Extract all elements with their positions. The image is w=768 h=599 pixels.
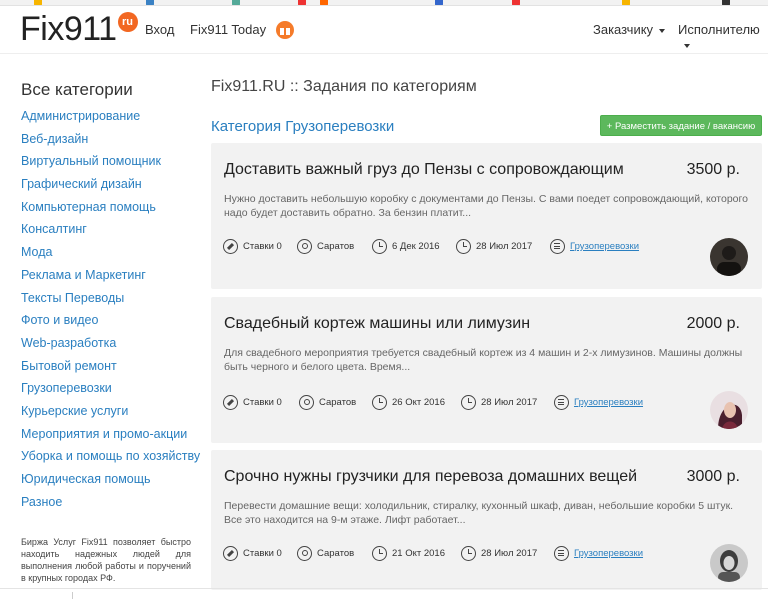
deadline-meta: 28 Июл 2017 <box>456 239 532 254</box>
clock-icon <box>456 239 471 254</box>
category-link[interactable]: Компьютерная помощь <box>21 198 200 221</box>
logo-text: Fix911 <box>20 10 117 48</box>
post-task-button[interactable]: + Разместить задание / вакансию <box>600 115 762 136</box>
nav-customer-label: Заказчику <box>593 22 654 37</box>
logo-badge: ru <box>117 12 138 32</box>
category-link[interactable]: Графический дизайн <box>21 175 200 198</box>
location-pin-icon <box>297 546 312 561</box>
category-list: Администрирование Веб-дизайн Виртуальный… <box>21 107 200 515</box>
location-pin-icon <box>299 395 314 410</box>
created-date: 21 Окт 2016 <box>392 548 445 559</box>
task-title[interactable]: Срочно нужны грузчики для перевоза домаш… <box>224 468 637 486</box>
footer-divider <box>0 588 768 589</box>
deadline-date: 28 Июл 2017 <box>481 397 538 408</box>
category-link[interactable]: Консалтинг <box>21 220 200 243</box>
bids-count: Ставки 0 <box>243 241 282 252</box>
task-category-link[interactable]: Грузоперевозки <box>570 241 639 252</box>
created-meta: 6 Дек 2016 <box>372 239 440 254</box>
site-logo[interactable]: Fix911 ru <box>20 10 138 46</box>
category-meta: Грузоперевозки <box>554 395 643 410</box>
bids-count: Ставки 0 <box>243 548 282 559</box>
category-link[interactable]: Реклама и Маркетинг <box>21 266 200 289</box>
hammer-icon <box>223 239 238 254</box>
city-name: Саратов <box>317 548 355 559</box>
deadline-meta: 28 Июл 2017 <box>461 395 537 410</box>
clock-icon <box>461 546 476 561</box>
nav-login-link[interactable]: Вход <box>145 22 174 37</box>
chevron-down-icon <box>659 28 666 33</box>
bids-meta: Ставки 0 <box>223 546 282 561</box>
category-link[interactable]: Мероприятия и промо-акции <box>21 425 200 448</box>
avatar[interactable] <box>710 391 748 429</box>
city-meta: Саратов <box>297 546 354 561</box>
nav-contractor-dropdown[interactable]: Исполнителю <box>678 22 768 52</box>
category-meta: Грузоперевозки <box>550 239 639 254</box>
category-link[interactable]: Грузоперевозки <box>21 379 200 402</box>
created-meta: 21 Окт 2016 <box>372 546 445 561</box>
chevron-down-icon <box>684 43 690 48</box>
nav-customer-dropdown[interactable]: Заказчику <box>593 22 666 37</box>
avatar[interactable] <box>710 544 748 582</box>
task-card[interactable]: Свадебный кортеж машины или лимузин 2000… <box>211 297 762 443</box>
deadline-meta: 28 Июл 2017 <box>461 546 537 561</box>
sidebar-note: Биржа Услуг Fix911 позволяет быстро нахо… <box>21 537 191 583</box>
location-pin-icon <box>297 239 312 254</box>
task-description: Нужно доставить небольшую коробку с доку… <box>224 193 748 219</box>
category-link[interactable]: Тексты Переводы <box>21 289 200 312</box>
task-category-link[interactable]: Грузоперевозки <box>574 397 643 408</box>
category-link[interactable]: Фото и видео <box>21 311 200 334</box>
task-description: Для свадебного мероприятия требуется сва… <box>224 347 743 373</box>
task-title[interactable]: Доставить важный груз до Пензы с сопрово… <box>224 161 624 179</box>
category-link[interactable]: Web-разработка <box>21 334 200 357</box>
clock-icon <box>372 395 387 410</box>
list-icon <box>550 239 565 254</box>
city-meta: Саратов <box>297 239 354 254</box>
category-link[interactable]: Юридическая помощь <box>21 470 200 493</box>
category-link[interactable]: Курьерские услуги <box>21 402 200 425</box>
category-link[interactable]: Веб-дизайн <box>21 130 200 153</box>
task-price: 3000 р. <box>686 468 740 485</box>
created-date: 26 Окт 2016 <box>392 397 445 408</box>
list-icon <box>554 546 569 561</box>
nav-contractor-label: Исполнителю <box>678 22 760 37</box>
hammer-icon <box>223 395 238 410</box>
avatar[interactable] <box>710 238 748 276</box>
task-price: 2000 р. <box>686 315 740 332</box>
clock-icon <box>372 239 387 254</box>
clock-icon <box>372 546 387 561</box>
hammer-icon <box>223 546 238 561</box>
clock-icon <box>461 395 476 410</box>
city-name: Саратов <box>317 241 355 252</box>
sidebar-title: Все категории <box>21 80 133 99</box>
category-meta: Грузоперевозки <box>554 546 643 561</box>
category-link[interactable]: Уборка и помощь по хозяйству <box>21 447 200 470</box>
deadline-date: 28 Июл 2017 <box>476 241 533 252</box>
task-price: 3500 р. <box>686 161 740 178</box>
created-meta: 26 Окт 2016 <box>372 395 445 410</box>
category-link[interactable]: Бытовой ремонт <box>21 357 200 380</box>
bids-count: Ставки 0 <box>243 397 282 408</box>
created-date: 6 Дек 2016 <box>392 241 440 252</box>
category-link[interactable]: Разное <box>21 493 200 516</box>
divider-tick <box>72 592 73 599</box>
deadline-date: 28 Июл 2017 <box>481 548 538 559</box>
bids-meta: Ставки 0 <box>223 395 282 410</box>
task-card[interactable]: Доставить важный груз до Пензы с сопрово… <box>211 143 762 289</box>
task-description: Перевести домашние вещи: холодильник, ст… <box>224 500 734 526</box>
category-link[interactable]: Администрирование <box>21 107 200 130</box>
category-link[interactable]: Виртуальный помощник <box>21 152 200 175</box>
task-card[interactable]: Срочно нужны грузчики для перевоза домаш… <box>211 450 762 590</box>
list-icon <box>554 395 569 410</box>
city-meta: Саратов <box>299 395 356 410</box>
category-title[interactable]: Категория Грузоперевозки <box>211 118 394 135</box>
page-title: Fix911.RU :: Задания по категориям <box>211 78 477 95</box>
task-category-link[interactable]: Грузоперевозки <box>574 548 643 559</box>
city-name: Саратов <box>319 397 357 408</box>
nav-today-link[interactable]: Fix911 Today <box>190 22 266 37</box>
bids-meta: Ставки 0 <box>223 239 282 254</box>
task-title[interactable]: Свадебный кортеж машины или лимузин <box>224 315 530 333</box>
navbar: Fix911 ru Вход Fix911 Today Заказчику Ис… <box>0 6 768 54</box>
category-link[interactable]: Мода <box>21 243 200 266</box>
gift-icon[interactable] <box>276 21 294 39</box>
